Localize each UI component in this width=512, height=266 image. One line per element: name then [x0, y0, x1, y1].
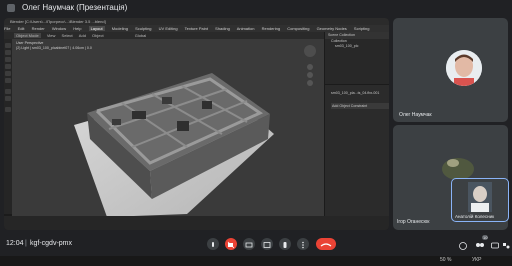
3d-viewport[interactable]: User Perspective (2) Light | sm03_100_pl…	[12, 39, 324, 216]
participant-name: Анатолій Колесник	[455, 214, 495, 219]
menu-item[interactable]: Window	[52, 26, 66, 31]
workspace-tab[interactable]: Animation	[237, 26, 255, 31]
meet-top-bar: Олег Наумчак (Презентація)	[0, 0, 512, 16]
rotate-tool-icon[interactable]	[5, 64, 11, 69]
tool-shelf	[4, 39, 12, 214]
object-info: (2) Light | sm03_100_plcabinet07 | 4.06c…	[16, 46, 92, 50]
present-button[interactable]	[261, 238, 273, 250]
hangup-icon	[320, 243, 332, 247]
transform-tool-icon[interactable]	[5, 78, 11, 83]
scale-tool-icon[interactable]	[5, 71, 11, 76]
chat-icon	[491, 242, 499, 249]
workspace-tab[interactable]: Scripting	[354, 26, 370, 31]
move-tool-icon[interactable]	[5, 57, 11, 62]
viewport-info: User Perspective (2) Light | sm03_100_pl…	[16, 41, 92, 51]
measure-tool-icon[interactable]	[5, 96, 11, 101]
hand-icon	[283, 242, 287, 248]
workspace-tab[interactable]: Modeling	[112, 26, 128, 31]
viewport-scene	[74, 45, 316, 216]
window-title: Олег Наумчак (Презентація)	[22, 3, 128, 12]
outliner-header: Scene Collection	[325, 32, 389, 39]
participant-tile[interactable]: Олег Наумчак	[393, 18, 508, 122]
blender-menu-bar: File Edit Render Window Help Layout Mode…	[4, 25, 389, 32]
zoom-icon[interactable]	[307, 64, 313, 70]
participant-name: Олег Наумчак	[399, 112, 432, 118]
meeting-time: 12:04	[6, 240, 24, 247]
properties-panel[interactable]: sm03_100_pla...ts_04.fbx-001 Add Object …	[325, 85, 389, 216]
presentation-screen: Blender [C:\Users\...\Прогресс\...\Blend…	[4, 18, 389, 230]
cursor-tool-icon[interactable]	[5, 50, 11, 55]
workspace-tab[interactable]: Texture Paint	[185, 26, 208, 31]
shapes-icon	[503, 243, 510, 249]
info-button[interactable]	[458, 238, 468, 250]
workspace-tab[interactable]: Compositing	[287, 26, 309, 31]
participant-count-badge: 10	[482, 235, 489, 240]
more-options-button[interactable]	[297, 238, 309, 250]
annotate-tool-icon[interactable]	[5, 89, 11, 94]
captions-icon	[245, 242, 253, 248]
mic-button[interactable]	[207, 238, 219, 250]
mode-select[interactable]: Object Mode	[14, 33, 41, 38]
view-menu[interactable]: View	[47, 33, 56, 38]
captions-button[interactable]	[243, 238, 255, 250]
raise-hand-button[interactable]	[279, 238, 291, 250]
os-taskbar: 50 % УКР	[0, 256, 512, 266]
camera-button[interactable]	[225, 238, 237, 250]
timeline-panel[interactable]	[4, 216, 389, 230]
camera-icon[interactable]	[307, 80, 313, 86]
activities-button[interactable]	[502, 238, 510, 249]
avatar	[446, 50, 482, 86]
present-icon	[263, 242, 271, 248]
outliner-item[interactable]: sm03_100_plc	[325, 44, 389, 49]
menu-item[interactable]: Render	[32, 26, 45, 31]
chat-button[interactable]	[490, 238, 500, 249]
self-view-tile[interactable]: Анатолій Колесник	[451, 178, 509, 222]
select-tool-icon[interactable]	[5, 43, 11, 48]
workspace-tab[interactable]: Sculpting	[135, 26, 151, 31]
zoom-level: 50 %	[440, 257, 452, 263]
outliner-panel[interactable]: Scene Collection Collection sm03_100_plc	[325, 32, 389, 84]
menu-item[interactable]: Help	[73, 26, 81, 31]
more-vert-icon	[302, 241, 304, 249]
workspace-tab[interactable]: UV Editing	[159, 26, 178, 31]
meeting-code: kgf-cgdv-pmx	[30, 240, 73, 247]
object-name: sm03_100_pla...ts_04.fbx-001	[331, 91, 380, 95]
language-indicator[interactable]: УКР	[472, 257, 481, 263]
meet-control-bar: 12:04 | kgf-cgdv-pmx 10	[0, 232, 512, 256]
separator: |	[25, 240, 27, 247]
workspace-tab[interactable]: Rendering	[262, 26, 280, 31]
transform-orientation[interactable]: Global	[135, 33, 147, 38]
app-icon	[7, 4, 15, 12]
info-icon	[459, 242, 467, 250]
workspace-tab[interactable]: Geometry Nodes	[317, 26, 347, 31]
pan-icon[interactable]	[307, 72, 313, 78]
people-icon	[476, 243, 484, 247]
viewport-header: Object Mode View Select Add Object Globa…	[4, 32, 324, 39]
mic-icon	[212, 242, 214, 247]
nav-gizmo-icon[interactable]	[304, 45, 316, 57]
leave-call-button[interactable]	[316, 238, 336, 250]
participant-video	[442, 158, 474, 179]
menu-item[interactable]: Edit	[18, 26, 25, 31]
add-cube-tool-icon[interactable]	[5, 107, 11, 112]
camera-off-icon	[227, 241, 235, 249]
add-constraint-button[interactable]: Add Object Constraint	[331, 103, 389, 109]
select-menu[interactable]: Select	[62, 33, 73, 38]
pip-avatar	[468, 182, 492, 212]
workspace-tab-layout[interactable]: Layout	[88, 26, 105, 31]
participant-name: Ігор Оганесюк	[397, 219, 430, 225]
add-menu[interactable]: Add	[79, 33, 86, 38]
blender-title-bar: Blender [C:\Users\...\Прогресс\...\Blend…	[4, 18, 389, 25]
menu-item[interactable]: File	[4, 26, 10, 31]
object-menu[interactable]: Object	[92, 33, 104, 38]
workspace-tab[interactable]: Shading	[215, 26, 230, 31]
